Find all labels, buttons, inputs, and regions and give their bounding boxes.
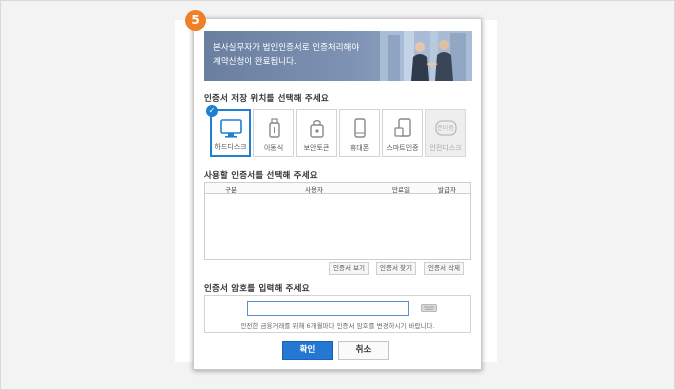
device-label: 이동식: [263, 144, 284, 152]
step-badge: 5: [185, 10, 206, 31]
password-section-title: 인증서 암호를 입력해 주세요: [204, 284, 310, 294]
password-notice: 안전한 금융거래를 위해 6개월마다 인증서 암호를 변경하시기 바랍니다.: [240, 322, 435, 330]
device-option-smart-auth[interactable]: 스마트인증: [382, 109, 423, 157]
device-option-removable[interactable]: 이동식: [253, 109, 294, 157]
view-certificate-button[interactable]: 인증서 보기: [329, 262, 369, 275]
device-label: 스마트인증: [386, 144, 419, 152]
device-option-mobile-phone[interactable]: 휴대폰: [339, 109, 380, 157]
column-header-user: 사용자: [305, 186, 323, 194]
password-panel: 안전한 금융거래를 위해 6개월마다 인증서 암호를 변경하시기 바랍니다.: [204, 295, 471, 333]
banner-message: 본사실무자가 법인인증서로 인증처리해야 계약신청이 완료됩니다.: [213, 43, 360, 67]
banner: 본사실무자가 법인인증서로 인증처리해야 계약신청이 완료됩니다.: [204, 31, 472, 81]
password-input[interactable]: [247, 301, 409, 316]
device-label: 휴대폰: [349, 144, 370, 152]
virtual-keyboard-icon[interactable]: [421, 304, 437, 312]
device-option-safe-disk: 준비중 안전디스크: [425, 109, 466, 157]
coming-soon-badge: 준비중: [437, 125, 454, 132]
confirm-button[interactable]: 확인: [282, 341, 333, 360]
certificate-login-dialog: 본사실무자가 법인인증서로 인증처리해야 계약신청이 완료됩니다. 인증서 저장…: [193, 18, 482, 370]
mobile-phone-icon: [354, 118, 366, 138]
column-header-type: 구분: [225, 186, 237, 194]
smart-auth-icon: [394, 118, 411, 137]
business-handshake-photo: [380, 31, 472, 81]
check-icon: ✓: [206, 105, 218, 117]
find-certificate-button[interactable]: 인증서 찾기: [376, 262, 416, 275]
device-label: 안전디스크: [429, 144, 462, 152]
delete-certificate-button[interactable]: 인증서 삭제: [424, 262, 464, 275]
device-option-hard-disk[interactable]: ✓ 하드디스크: [206, 105, 251, 157]
security-token-icon: [310, 119, 324, 138]
certificate-section-title: 사용할 인증서를 선택해 주세요: [204, 171, 318, 181]
column-header-expiry: 만료일: [392, 186, 410, 194]
cancel-button[interactable]: 취소: [338, 341, 389, 360]
monitor-icon: [220, 119, 242, 138]
device-option-security-token[interactable]: 보안토큰: [296, 109, 337, 157]
usb-icon: [269, 118, 280, 138]
storage-device-list: ✓ 하드디스크 이동식 보안토큰 휴대폰 스마트인증 준비중 안전디스크: [206, 105, 468, 157]
device-label: 보안토큰: [303, 144, 330, 152]
certificate-table-header: 구분 사용자 만료일 발급자: [205, 183, 470, 194]
certificate-table[interactable]: 구분 사용자 만료일 발급자: [204, 182, 471, 260]
column-header-issuer: 발급자: [438, 186, 456, 194]
device-label: 하드디스크: [214, 143, 247, 151]
storage-section-title: 인증서 저장 위치를 선택해 주세요: [204, 94, 329, 104]
